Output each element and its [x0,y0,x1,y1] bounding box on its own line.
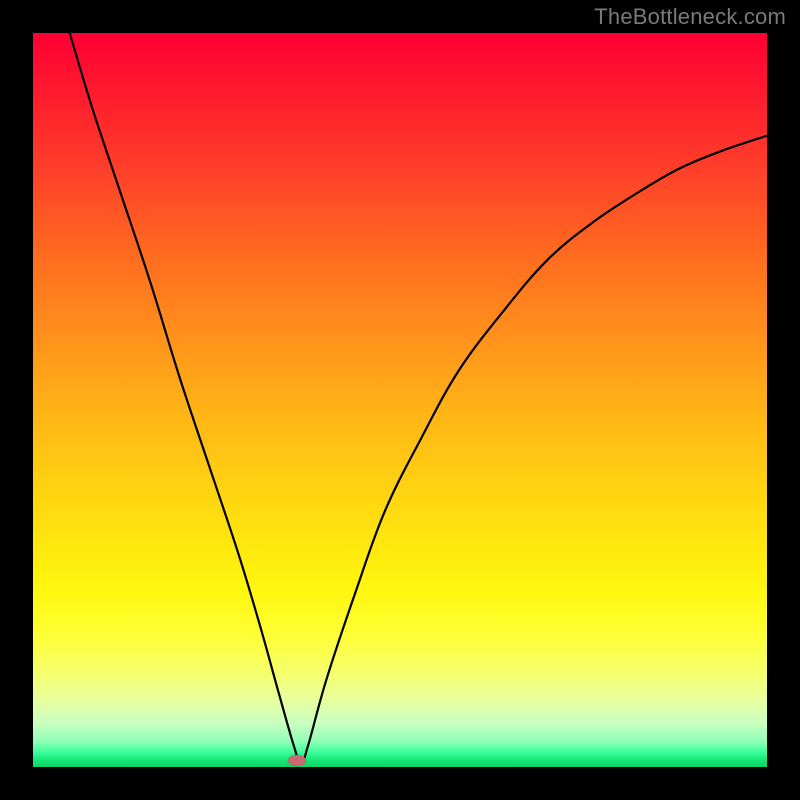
optimum-marker [288,755,306,766]
chart-frame: TheBottleneck.com [0,0,800,800]
plot-area [33,33,767,767]
watermark-text: TheBottleneck.com [594,4,786,30]
bottleneck-curve [33,33,767,767]
